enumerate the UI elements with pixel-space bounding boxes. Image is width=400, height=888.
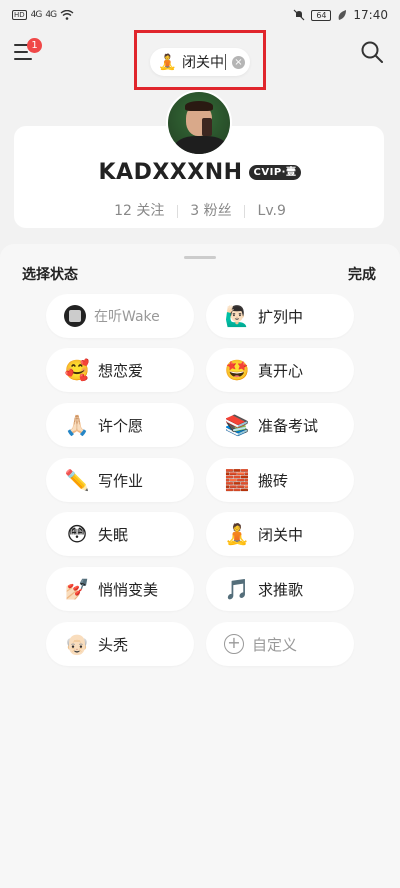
old-man-icon: 👴🏻: [64, 632, 90, 656]
status-option-exam[interactable]: 📚 准备考试: [206, 403, 354, 447]
divider: [176, 204, 178, 218]
flushed-face-icon: 😳: [66, 522, 88, 546]
status-option-label: 真开心: [258, 361, 304, 380]
status-option-homework[interactable]: ✏️ 写作业: [46, 458, 194, 502]
music-note-icon: 🎵: [224, 577, 250, 601]
avatar[interactable]: [166, 90, 232, 156]
status-option-happy[interactable]: 🤩 真开心: [206, 348, 354, 392]
add-icon: +: [224, 634, 244, 654]
divider: [244, 204, 246, 218]
status-option-label: 在听Wake: [94, 309, 160, 325]
status-option-label: 许个愿: [98, 416, 144, 435]
status-option-work[interactable]: 🧱 搬砖: [206, 458, 354, 502]
raising-hand-icon: 🙋🏻‍♂️: [224, 304, 250, 328]
status-option-song-request[interactable]: 🎵 求推歌: [206, 567, 354, 611]
status-option-bald[interactable]: 👴🏻 头秃: [46, 622, 194, 666]
battery-icon: 64: [311, 9, 332, 21]
status-left: HD 4G 4G: [12, 10, 74, 20]
status-option-retreat[interactable]: 🧘 闭关中: [206, 512, 354, 556]
user-level: Lv.9: [257, 203, 286, 219]
meditation-icon: 🧘: [224, 522, 250, 546]
praying-hands-icon: 🙏🏻: [64, 413, 90, 437]
status-option-label: 求推歌: [258, 580, 304, 599]
status-option-label: 闭关中: [258, 525, 304, 544]
status-option-insomnia[interactable]: 😳 失眠: [46, 512, 194, 556]
sheet-title: 选择状态: [22, 267, 78, 283]
status-option-label: 写作业: [98, 471, 144, 490]
status-option-want-love[interactable]: 🥰 想恋爱: [46, 348, 194, 392]
status-option-making-friends[interactable]: 🙋🏻‍♂️ 扩列中: [206, 294, 354, 338]
pencil-icon: ✏️: [64, 468, 90, 492]
album-cover-icon: [64, 305, 86, 327]
status-option-label: 扩列中: [258, 307, 304, 326]
sheet-drag-handle[interactable]: [184, 256, 216, 259]
status-option-label: 准备考试: [258, 416, 319, 435]
status-option-custom[interactable]: + 自定义: [206, 622, 354, 666]
followers-count[interactable]: 3 粉丝: [190, 203, 231, 219]
hd-signal-icon: HD: [12, 10, 27, 20]
status-option-label: 失眠: [98, 525, 129, 544]
status-option-label: 想恋爱: [98, 361, 144, 380]
nail-polish-icon: 💅🏻: [64, 577, 90, 601]
wifi-icon: [60, 10, 74, 20]
leaf-icon: [339, 10, 347, 20]
books-icon: 📚: [224, 413, 250, 437]
done-button[interactable]: 完成: [348, 264, 376, 284]
status-option-label: 头秃: [98, 635, 129, 654]
search-icon[interactable]: [360, 40, 384, 64]
status-option-label: 自定义: [252, 635, 298, 654]
menu-line-icon: [14, 51, 28, 53]
star-eyes-icon: 🤩: [224, 358, 250, 382]
status-option-listening[interactable]: 在听Wake: [46, 294, 194, 338]
profile-stats: 12 关注 3 粉丝 Lv.9: [0, 200, 400, 220]
status-option-label: 悄悄变美: [98, 580, 159, 599]
username: KADXXXNH: [98, 160, 243, 185]
brick-icon: 🧱: [224, 468, 250, 492]
signal-4g-icon: 4G: [45, 9, 57, 20]
smiling-hearts-icon: 🥰: [64, 358, 90, 382]
username-row: KADXXXNH CVIP·壹: [0, 160, 400, 185]
status-picker-sheet: 选择状态 完成 在听Wake 🙋🏻‍♂️ 扩列中 🥰 想恋爱 🤩 真开心 🙏🏻 …: [0, 244, 400, 888]
clock: 17:40: [353, 8, 388, 22]
mute-bell-icon: [293, 9, 305, 21]
notification-badge: 1: [27, 38, 42, 53]
signal-4g-icon: 4G: [30, 9, 43, 20]
status-right: 64 17:40: [293, 8, 388, 22]
following-count[interactable]: 12 关注: [114, 203, 164, 219]
status-option-label: 搬砖: [258, 471, 289, 490]
vip-badge[interactable]: CVIP·壹: [248, 165, 302, 180]
status-option-beautify[interactable]: 💅🏻 悄悄变美: [46, 567, 194, 611]
highlight-box: [134, 30, 266, 90]
status-bar: HD 4G 4G 64 17:40: [0, 0, 400, 30]
menu-line-icon: [14, 58, 32, 60]
status-option-wish[interactable]: 🙏🏻 许个愿: [46, 403, 194, 447]
